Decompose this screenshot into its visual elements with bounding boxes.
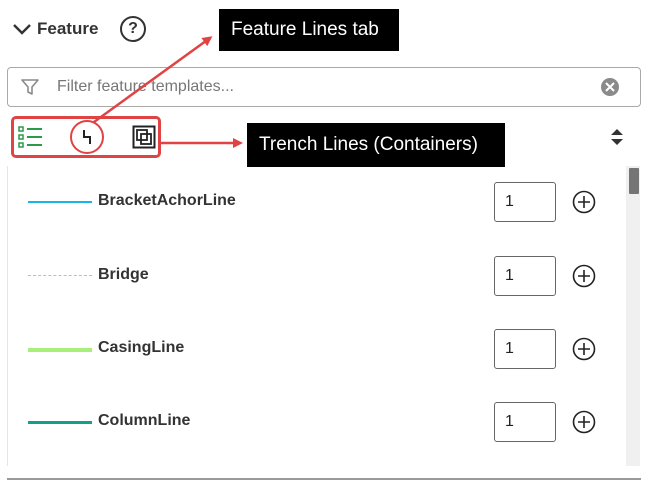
feature-label: Bridge bbox=[98, 266, 149, 283]
add-icon[interactable] bbox=[572, 410, 596, 434]
line-swatch bbox=[28, 348, 92, 352]
sort-icon[interactable] bbox=[609, 126, 625, 148]
add-icon[interactable] bbox=[572, 190, 596, 214]
filter-input[interactable] bbox=[57, 78, 577, 96]
scrollbar-track[interactable] bbox=[626, 166, 640, 466]
count-field[interactable]: 1 bbox=[494, 182, 556, 222]
filter-bar bbox=[7, 67, 641, 107]
feature-lines-icon[interactable] bbox=[70, 120, 104, 154]
line-swatch bbox=[28, 421, 92, 424]
clear-icon[interactable] bbox=[600, 77, 620, 97]
feature-label: ColumnLine bbox=[98, 412, 191, 429]
count-field[interactable]: 1 bbox=[494, 329, 556, 369]
container-icon[interactable] bbox=[131, 124, 157, 150]
divider bbox=[7, 478, 641, 480]
trench-lines-callout: Trench Lines (Containers) bbox=[247, 123, 505, 167]
feature-lines-tab-callout: Feature Lines tab bbox=[219, 9, 399, 51]
add-icon[interactable] bbox=[572, 264, 596, 288]
line-swatch bbox=[28, 275, 92, 276]
feature-header[interactable]: Feature bbox=[10, 14, 98, 44]
list-item[interactable]: ColumnLine 1 bbox=[8, 402, 618, 442]
add-icon[interactable] bbox=[572, 337, 596, 361]
list-item[interactable]: CasingLine 1 bbox=[8, 329, 618, 369]
feature-label: CasingLine bbox=[98, 339, 185, 356]
scrollbar-thumb[interactable] bbox=[629, 168, 639, 194]
help-icon[interactable]: ? bbox=[120, 16, 146, 42]
line-swatch bbox=[28, 201, 92, 203]
filter-icon bbox=[20, 77, 40, 97]
feature-list: BracketAchorLine 1 Bridge 1 CasingLine 1… bbox=[7, 166, 641, 466]
panel-title: Feature bbox=[37, 19, 99, 38]
count-field[interactable]: 1 bbox=[494, 256, 556, 296]
count-field[interactable]: 1 bbox=[494, 402, 556, 442]
list-item[interactable]: BracketAchorLine 1 bbox=[8, 182, 618, 222]
list-item[interactable]: Bridge 1 bbox=[8, 256, 618, 296]
feature-label: BracketAchorLine bbox=[98, 192, 236, 209]
list-icon[interactable] bbox=[18, 124, 44, 150]
chevron-down-icon[interactable] bbox=[10, 17, 34, 41]
